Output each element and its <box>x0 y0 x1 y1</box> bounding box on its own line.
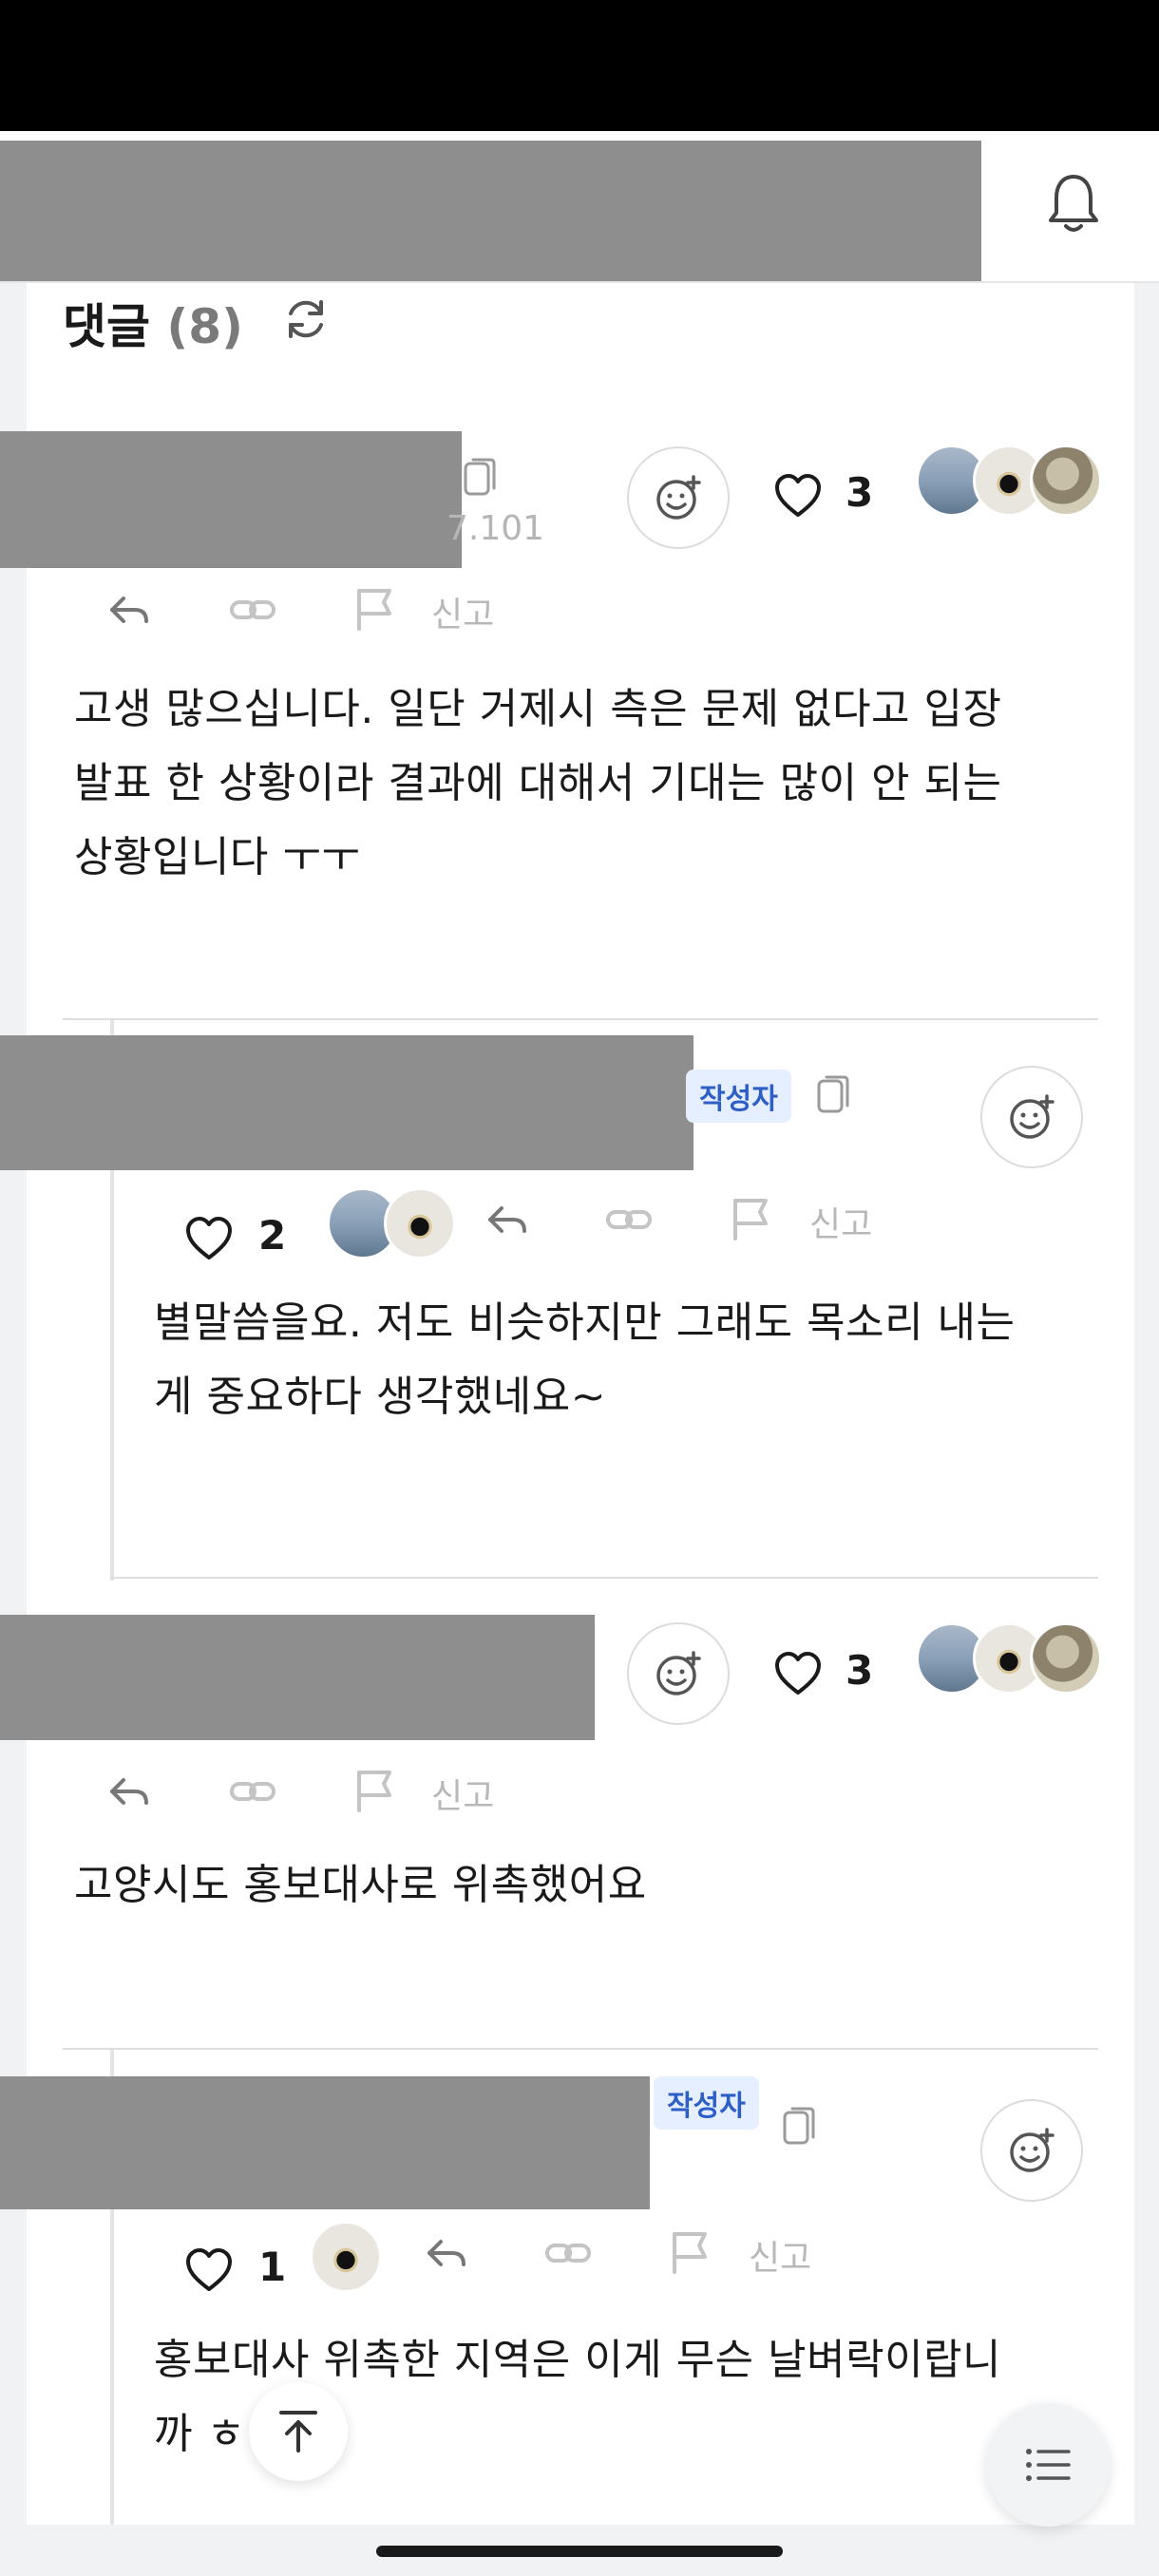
add-reaction-button[interactable] <box>627 1622 730 1725</box>
heart-icon[interactable] <box>184 1216 234 1261</box>
bell-icon[interactable] <box>1045 171 1102 237</box>
home-indicator <box>376 2546 783 2557</box>
flag-icon[interactable] <box>353 1767 397 1814</box>
heart-icon[interactable] <box>773 1651 823 1696</box>
heart-icon[interactable] <box>773 473 823 519</box>
comment-2: 작성자 2 신고 별말씀을요. 저도 비슷하지만 그래도 목소리 내는 게 중요… <box>0 1035 1159 1577</box>
heart-icon[interactable] <box>184 2247 234 2293</box>
status-bar <box>0 0 1159 131</box>
flag-icon[interactable] <box>669 2228 712 2276</box>
comment-text: 고생 많으십니다. 일단 거제시 측은 문제 없다고 입장 발표 한 상황이라 … <box>74 685 1002 881</box>
like-count: 1 <box>258 2244 287 2290</box>
comments-count: (8) <box>166 299 243 354</box>
reply-icon[interactable] <box>424 2234 469 2272</box>
divider <box>63 1018 1098 1020</box>
redacted-header-area <box>0 141 981 281</box>
scroll-top-icon <box>279 2411 317 2453</box>
flag-icon[interactable] <box>730 1195 773 1242</box>
reactor-avatar[interactable] <box>1030 445 1102 517</box>
refresh-icon[interactable] <box>281 294 331 344</box>
ip-address-fragment: 7.101 <box>446 509 545 548</box>
link-icon[interactable] <box>228 1772 277 1810</box>
comments-title-text: 댓글 <box>63 299 150 354</box>
author-badge: 작성자 <box>654 2076 759 2130</box>
emoji-add-icon <box>1010 2128 1054 2172</box>
reactor-avatar[interactable] <box>384 1187 456 1260</box>
comments-title: 댓글 (8) <box>63 289 243 357</box>
flag-icon[interactable] <box>353 585 397 633</box>
reply-icon[interactable] <box>484 1201 530 1239</box>
copy-icon[interactable] <box>462 454 500 500</box>
add-reaction-button[interactable] <box>980 2099 1083 2202</box>
redacted-author <box>0 431 462 568</box>
reactor-avatar[interactable] <box>310 2221 382 2293</box>
reply-icon[interactable] <box>106 1772 152 1810</box>
redacted-author <box>0 2076 650 2209</box>
redacted-author <box>0 1035 694 1170</box>
report-button[interactable]: 신고 <box>749 2230 811 2280</box>
comment-3: 3 신고 고양시도 홍보대사로 위촉했어요 <box>0 1615 1159 2042</box>
report-button[interactable]: 신고 <box>431 587 494 636</box>
link-icon[interactable] <box>604 1201 654 1239</box>
like-count: 3 <box>846 1647 874 1694</box>
author-badge: 작성자 <box>686 1070 791 1123</box>
scroll-top-button[interactable] <box>249 2382 348 2481</box>
copy-icon[interactable] <box>815 1071 853 1117</box>
emoji-add-icon <box>656 475 701 520</box>
copy-icon[interactable] <box>781 2103 819 2149</box>
report-button[interactable]: 신고 <box>809 1197 872 1246</box>
comment-4: 작성자 1 신고 홍보대사 위촉한 지역은 이게 무슨 날벼락이랍니 까 ㅎ <box>0 2076 1159 2523</box>
emoji-add-icon <box>1010 1094 1054 1139</box>
comment-text: 별말씀을요. 저도 비슷하지만 그래도 목소리 내는 게 중요하다 생각했네요~ <box>154 1298 1016 1421</box>
divider <box>63 2048 1098 2050</box>
divider <box>110 1577 1098 1579</box>
top-header <box>0 131 1159 283</box>
redacted-author <box>0 1615 595 1740</box>
like-count: 3 <box>846 469 874 516</box>
link-icon[interactable] <box>543 2234 593 2272</box>
like-count: 2 <box>258 1212 287 1259</box>
reply-icon[interactable] <box>106 591 152 629</box>
comment-list-button[interactable] <box>986 2403 1110 2527</box>
add-reaction-button[interactable] <box>980 1066 1083 1168</box>
add-reaction-button[interactable] <box>627 446 730 549</box>
emoji-add-icon <box>656 1651 701 1695</box>
comment-1: 7.101 3 신고 고생 많으십니다. 일단 거제시 측은 문제 없다고 입장… <box>0 427 1159 1016</box>
link-icon[interactable] <box>228 591 277 629</box>
list-icon <box>1026 2449 1071 2481</box>
comment-text: 고양시도 홍보대사로 위촉했어요 <box>74 1861 647 1909</box>
reactor-avatar[interactable] <box>1030 1622 1102 1695</box>
report-button[interactable]: 신고 <box>431 1769 494 1818</box>
